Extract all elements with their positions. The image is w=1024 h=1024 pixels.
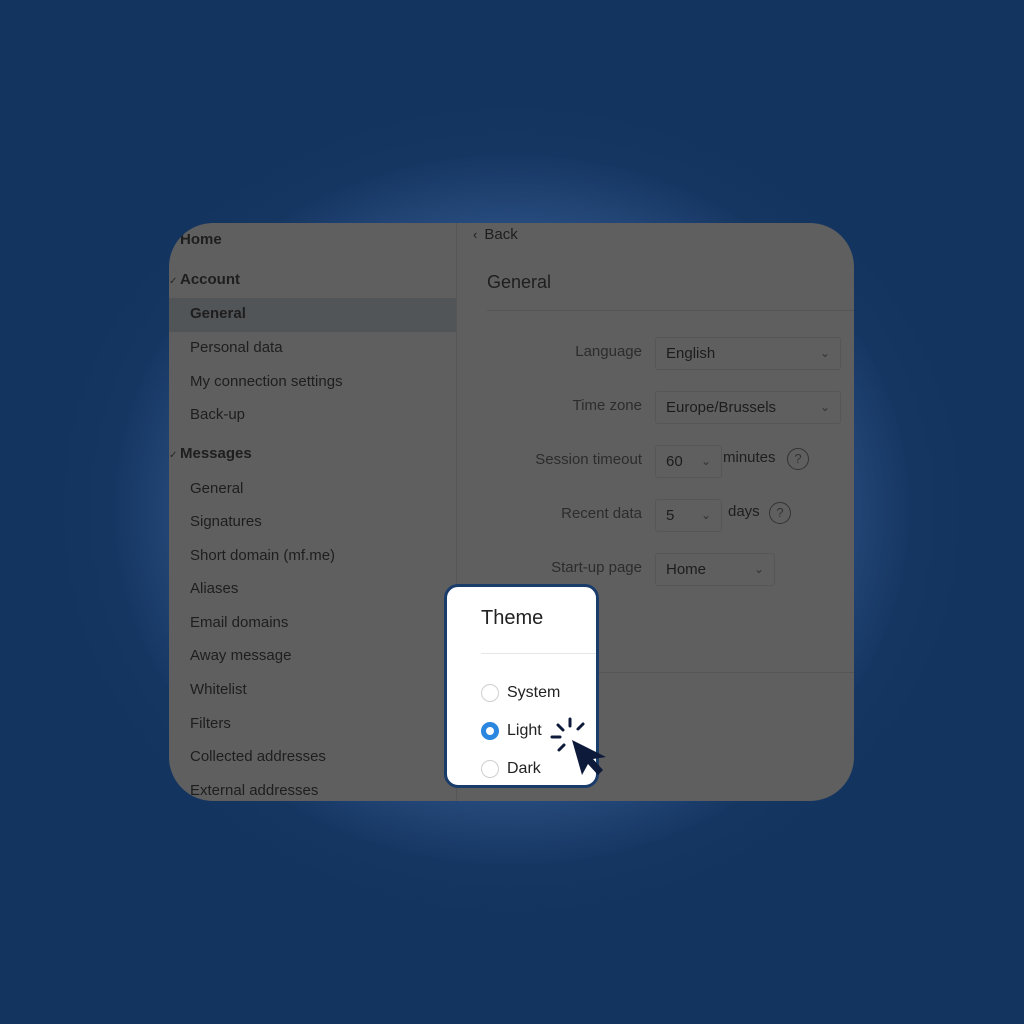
help-icon[interactable]: ? (769, 502, 791, 524)
startup-page-value: Home (666, 561, 707, 578)
sidebar-section-account[interactable]: Account (180, 271, 467, 288)
sidebar-item-short-domain[interactable]: Short domain (mf.me) (190, 547, 477, 564)
radio-unchecked-icon[interactable] (481, 760, 499, 778)
language-value: English (666, 345, 716, 362)
session-timeout-value: 60 (666, 453, 683, 470)
check-icon: ✓ (169, 276, 178, 287)
chevron-down-icon: ⌄ (753, 562, 764, 576)
language-label: Language (575, 343, 642, 360)
recent-data-unit: days (728, 503, 760, 520)
sidebar: Home ✓ Account General Personal data My … (169, 223, 457, 801)
startup-page-select[interactable]: Home ⌄ (655, 553, 775, 586)
sidebar-item-filters[interactable]: Filters (190, 715, 477, 732)
back-label: Back (484, 226, 518, 243)
chevron-down-icon: ⌄ (819, 400, 830, 414)
timezone-label: Time zone (572, 397, 642, 414)
divider (487, 310, 854, 311)
recent-data-select[interactable]: 5 ⌄ (655, 499, 722, 532)
page-title: General (487, 272, 552, 292)
sidebar-home[interactable]: Home (180, 231, 467, 248)
radio-checked-icon[interactable] (481, 722, 499, 740)
session-timeout-unit: minutes (723, 449, 776, 466)
chevron-down-icon: ⌄ (700, 508, 711, 522)
sidebar-item-away-message[interactable]: Away message (190, 647, 477, 664)
radio-label: Dark (507, 760, 541, 777)
sidebar-item-aliases[interactable]: Aliases (190, 580, 477, 597)
chevron-down-icon: ⌄ (700, 454, 711, 468)
sidebar-item-personal-data[interactable]: Personal data (190, 339, 477, 356)
mouse-cursor-click-icon (550, 717, 606, 775)
session-timeout-label: Session timeout (535, 451, 642, 468)
sidebar-item-label: General (190, 305, 246, 322)
help-icon[interactable]: ? (787, 448, 809, 470)
sidebar-item-collected-addresses[interactable]: Collected addresses (190, 748, 477, 765)
chevron-down-icon: ⌄ (819, 346, 830, 360)
radio-label: System (507, 684, 561, 701)
check-icon: ✓ (169, 450, 178, 461)
theme-title: Theme (481, 607, 544, 629)
back-button[interactable]: ‹ Back (473, 226, 518, 243)
recent-data-label: Recent data (561, 505, 642, 522)
startup-page-label: Start-up page (551, 559, 642, 576)
divider (481, 653, 596, 654)
session-timeout-select[interactable]: 60 ⌄ (655, 445, 722, 478)
language-select[interactable]: English ⌄ (655, 337, 841, 370)
sidebar-item-backup[interactable]: Back-up (190, 406, 477, 423)
radio-unchecked-icon[interactable] (481, 684, 499, 702)
chevron-left-icon: ‹ (473, 227, 478, 242)
radio-label: Light (507, 722, 542, 739)
sidebar-section-messages[interactable]: Messages (180, 445, 467, 462)
sidebar-item-account-general[interactable]: General (169, 298, 456, 332)
recent-data-value: 5 (666, 507, 675, 524)
sidebar-item-signatures[interactable]: Signatures (190, 513, 477, 530)
sidebar-item-connection-settings[interactable]: My connection settings (190, 373, 477, 390)
timezone-value: Europe/Brussels (666, 399, 777, 416)
timezone-select[interactable]: Europe/Brussels ⌄ (655, 391, 841, 424)
sidebar-item-external-addresses[interactable]: External addresses (190, 782, 477, 799)
sidebar-item-messages-general[interactable]: General (190, 480, 477, 497)
sidebar-item-email-domains[interactable]: Email domains (190, 614, 477, 631)
sidebar-item-whitelist[interactable]: Whitelist (190, 681, 477, 698)
